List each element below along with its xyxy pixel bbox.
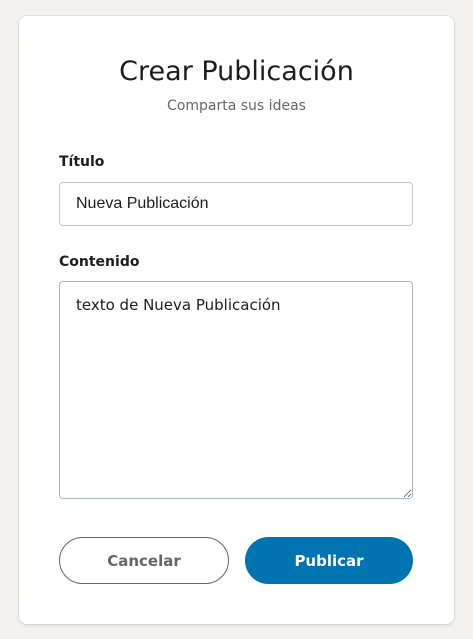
- publish-button[interactable]: Publicar: [245, 537, 413, 584]
- content-label: Contenido: [59, 254, 140, 270]
- create-post-card: Crear Publicación Comparta sus ideas Tít…: [19, 16, 454, 624]
- cancel-button[interactable]: Cancelar: [59, 537, 229, 584]
- content-textarea[interactable]: texto de Nueva Publicación: [59, 281, 413, 499]
- page-title: Crear Publicación: [119, 56, 354, 87]
- title-input[interactable]: [59, 182, 413, 226]
- page-subtitle: Comparta sus ideas: [167, 98, 306, 114]
- title-label: Título: [59, 154, 105, 170]
